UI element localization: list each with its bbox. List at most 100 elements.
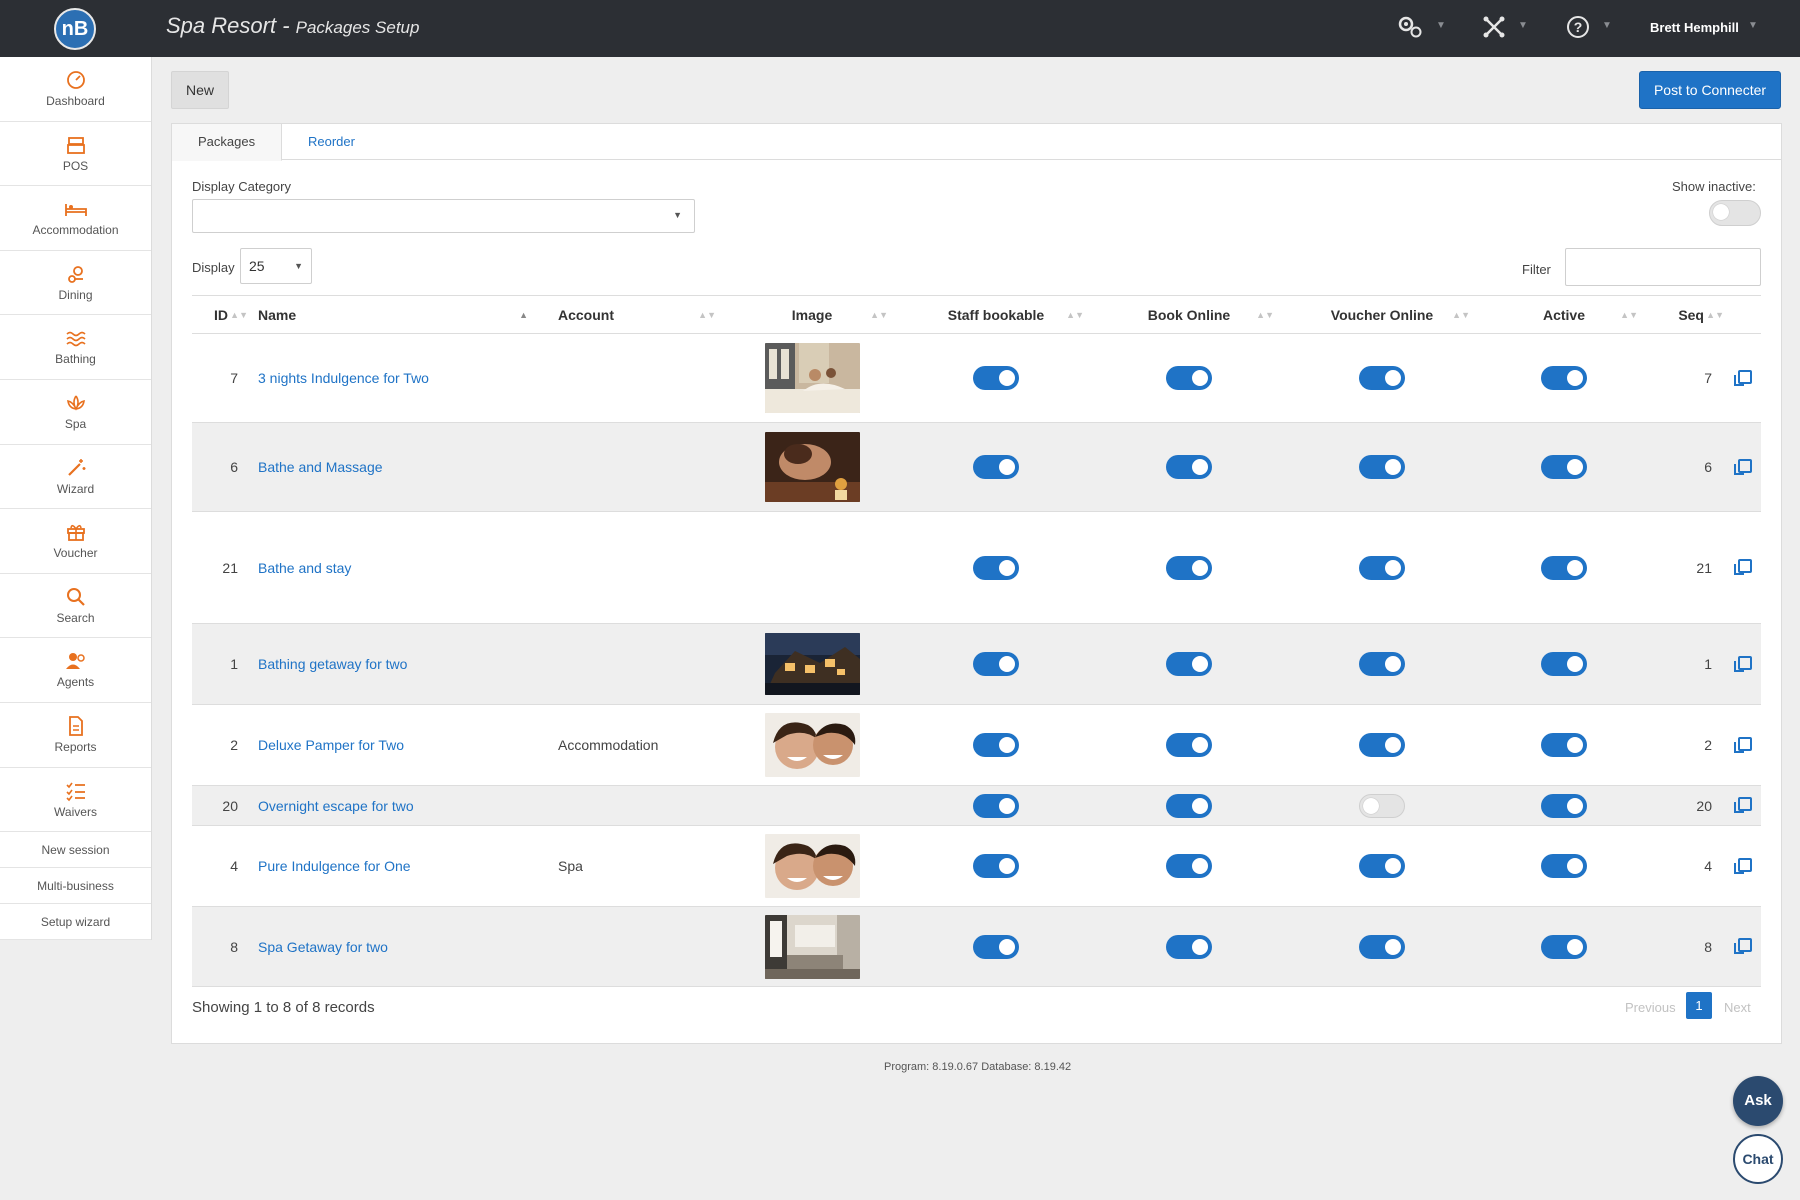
active-toggle[interactable] <box>1541 854 1587 878</box>
sidebar-item-dashboard[interactable]: Dashboard <box>0 57 151 122</box>
table-row[interactable]: 20 Overnight escape for two 20 <box>192 785 1761 826</box>
staff-bookable-toggle[interactable] <box>973 366 1019 390</box>
tab-packages[interactable]: Packages <box>172 124 283 161</box>
staff-bookable-toggle[interactable] <box>973 455 1019 479</box>
table-row[interactable]: 4 Pure Indulgence for One Spa 4 <box>192 825 1761 907</box>
sidebar-item-agents[interactable]: Agents <box>0 638 151 703</box>
sidebar-item-dining[interactable]: Dining <box>0 251 151 316</box>
sidebar-link-multi-business[interactable]: Multi-business <box>0 868 151 905</box>
table-row[interactable]: 6 Bathe and Massage 6 <box>192 422 1761 512</box>
column-header-staff-bookable[interactable]: Staff bookable ▲▼ <box>898 295 1094 334</box>
display-category-select[interactable]: ▼ <box>192 199 695 233</box>
package-link[interactable]: 3 nights Indulgence for Two <box>258 370 429 386</box>
staff-bookable-toggle[interactable] <box>973 555 1019 580</box>
voucher-online-toggle[interactable] <box>1359 555 1405 580</box>
sidebar-item-wizard[interactable]: Wizard <box>0 445 151 510</box>
staff-bookable-toggle[interactable] <box>973 934 1019 959</box>
active-toggle[interactable] <box>1541 793 1587 818</box>
staff-bookable-toggle[interactable] <box>973 854 1019 878</box>
copy-icon[interactable] <box>1733 458 1752 475</box>
sidebar-item-bathing[interactable]: Bathing <box>0 315 151 380</box>
copy-icon[interactable] <box>1733 369 1752 386</box>
page-size-select[interactable]: 25 ▼ <box>240 248 312 284</box>
table-row[interactable]: 1 Bathing getaway for two 1 <box>192 623 1761 705</box>
sidebar-item-waivers[interactable]: Waivers <box>0 768 151 833</box>
package-image-smiling-couple[interactable] <box>764 713 860 777</box>
column-header-image[interactable]: Image ▲▼ <box>726 295 898 334</box>
app-logo[interactable]: nB <box>54 8 96 50</box>
show-inactive-toggle[interactable] <box>1709 200 1761 226</box>
voucher-online-toggle[interactable] <box>1359 934 1405 959</box>
column-header-voucher-online[interactable]: Voucher Online ▲▼ <box>1284 295 1480 334</box>
active-toggle[interactable] <box>1541 555 1587 580</box>
staff-bookable-toggle[interactable] <box>973 733 1019 757</box>
voucher-online-toggle[interactable] <box>1359 652 1405 676</box>
package-image-couple-in-bed[interactable] <box>764 343 860 413</box>
table-row[interactable]: 8 Spa Getaway for two 8 <box>192 906 1761 987</box>
column-header-seq[interactable]: Seq ▲▼ <box>1648 295 1728 334</box>
package-image-resort-night[interactable] <box>764 633 860 695</box>
pagination-page-1[interactable]: 1 <box>1686 992 1712 1019</box>
active-toggle[interactable] <box>1541 934 1587 959</box>
voucher-online-toggle[interactable] <box>1359 366 1405 390</box>
book-online-toggle[interactable] <box>1166 793 1212 818</box>
sidebar-item-spa[interactable]: Spa <box>0 380 151 445</box>
column-header-name[interactable]: Name ▲ <box>252 295 538 334</box>
filter-input[interactable] <box>1565 248 1761 286</box>
voucher-online-toggle[interactable] <box>1359 793 1405 818</box>
voucher-online-toggle[interactable] <box>1359 455 1405 479</box>
staff-bookable-toggle[interactable] <box>973 652 1019 676</box>
user-menu[interactable]: Brett Hemphill <box>1650 20 1739 35</box>
sidebar-link-setup-wizard[interactable]: Setup wizard <box>0 904 151 941</box>
copy-icon[interactable] <box>1733 938 1752 954</box>
post-to-connecter-button[interactable]: Post to Connecter <box>1639 71 1781 109</box>
sidebar-item-search[interactable]: Search <box>0 574 151 639</box>
voucher-online-toggle[interactable] <box>1359 854 1405 878</box>
package-link[interactable]: Spa Getaway for two <box>258 939 388 955</box>
help-caret-icon[interactable]: ▼ <box>1602 20 1612 31</box>
ask-button[interactable]: Ask <box>1733 1076 1783 1126</box>
connect-caret-icon[interactable]: ▼ <box>1518 20 1528 31</box>
column-header-id[interactable]: ID ▲▼ <box>192 295 252 334</box>
pagination-next[interactable]: Next <box>1724 1000 1751 1015</box>
package-link[interactable]: Deluxe Pamper for Two <box>258 737 404 753</box>
copy-icon[interactable] <box>1733 736 1752 753</box>
table-row[interactable]: 2 Deluxe Pamper for Two Accommodation 2 <box>192 704 1761 786</box>
package-link[interactable]: Overnight escape for two <box>258 798 414 814</box>
package-image-massage[interactable] <box>764 432 860 502</box>
book-online-toggle[interactable] <box>1166 652 1212 676</box>
chat-button[interactable]: Chat <box>1733 1134 1783 1184</box>
table-row[interactable]: 21 Bathe and stay 21 <box>192 511 1761 624</box>
copy-icon[interactable] <box>1733 655 1752 672</box>
active-toggle[interactable] <box>1541 652 1587 676</box>
new-button[interactable]: New <box>171 71 229 109</box>
package-image-smiling-couple[interactable] <box>764 834 860 898</box>
package-link[interactable]: Bathe and stay <box>258 560 351 576</box>
book-online-toggle[interactable] <box>1166 733 1212 757</box>
book-online-toggle[interactable] <box>1166 455 1212 479</box>
sidebar-link-new-session[interactable]: New session <box>0 832 151 869</box>
package-link[interactable]: Bathe and Massage <box>258 459 383 475</box>
copy-icon[interactable] <box>1733 559 1752 575</box>
connect-icon[interactable] <box>1482 14 1506 47</box>
tab-reorder[interactable]: Reorder <box>308 124 355 160</box>
sidebar-item-voucher[interactable]: Voucher <box>0 509 151 574</box>
book-online-toggle[interactable] <box>1166 366 1212 390</box>
column-header-account[interactable]: Account ▲▼ <box>538 295 726 334</box>
voucher-online-toggle[interactable] <box>1359 733 1405 757</box>
sidebar-item-reports[interactable]: Reports <box>0 703 151 768</box>
package-image-hotel-room[interactable] <box>764 914 860 979</box>
active-toggle[interactable] <box>1541 733 1587 757</box>
active-toggle[interactable] <box>1541 366 1587 390</box>
active-toggle[interactable] <box>1541 455 1587 479</box>
user-caret-icon[interactable]: ▼ <box>1748 20 1758 31</box>
sidebar-item-accommodation[interactable]: Accommodation <box>0 186 151 251</box>
sidebar-item-pos[interactable]: POS <box>0 122 151 187</box>
column-header-book-online[interactable]: Book Online ▲▼ <box>1094 295 1284 334</box>
book-online-toggle[interactable] <box>1166 854 1212 878</box>
book-online-toggle[interactable] <box>1166 934 1212 959</box>
copy-icon[interactable] <box>1733 797 1752 813</box>
package-link[interactable]: Bathing getaway for two <box>258 656 407 672</box>
staff-bookable-toggle[interactable] <box>973 793 1019 818</box>
book-online-toggle[interactable] <box>1166 555 1212 580</box>
